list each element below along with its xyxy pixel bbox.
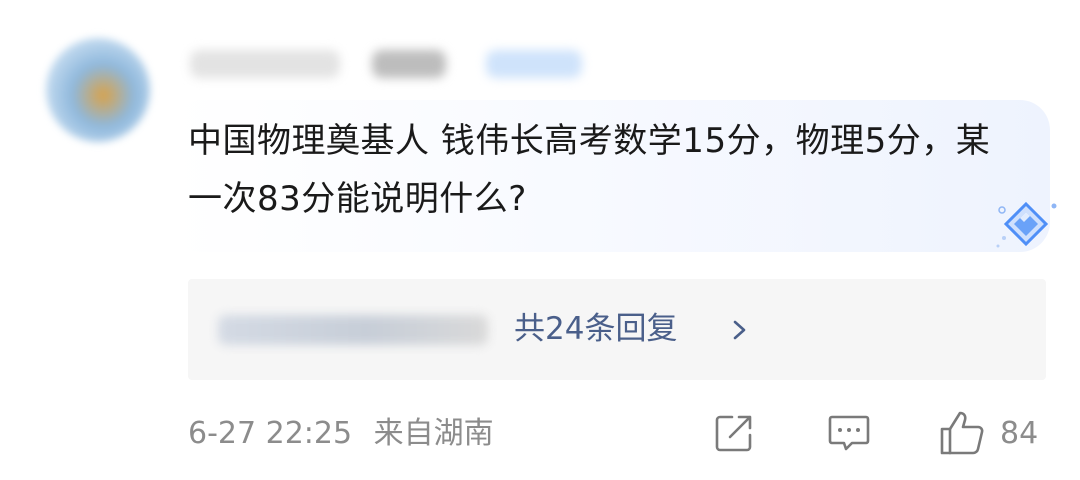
diamond-badge-icon [996, 201, 1057, 248]
username-blurred[interactable] [190, 50, 340, 78]
comment-text: 中国物理奠基人 钱伟长高考数学15分，物理5分，某一次83分能说明什么? [188, 121, 991, 219]
share-icon[interactable] [712, 411, 756, 455]
comment-card: 中国物理奠基人 钱伟长高考数学15分，物理5分，某一次83分能说明什么? 共24… [0, 0, 1080, 480]
comment-icon[interactable] [826, 411, 872, 455]
comment-timestamp: 6-27 22:25 [188, 416, 353, 451]
share-button[interactable] [712, 408, 756, 458]
user-tag-blurred [486, 50, 582, 78]
replies-box[interactable]: 共24条回复 [188, 279, 1046, 380]
avatar[interactable] [46, 38, 150, 142]
comment-meta: 6-27 22:25 来自湖南 [188, 412, 506, 456]
reply-button[interactable] [826, 408, 872, 458]
chevron-right-icon[interactable] [728, 315, 752, 345]
thumbs-up-icon[interactable] [938, 409, 986, 457]
reply-count-link[interactable]: 共24条回复 [514, 307, 677, 351]
user-badge-blurred [372, 50, 446, 78]
like-button[interactable]: 84 [938, 408, 1038, 458]
comment-location: 来自湖南 [373, 416, 494, 451]
reply-preview-blurred [218, 315, 488, 345]
like-count: 84 [1000, 415, 1039, 451]
